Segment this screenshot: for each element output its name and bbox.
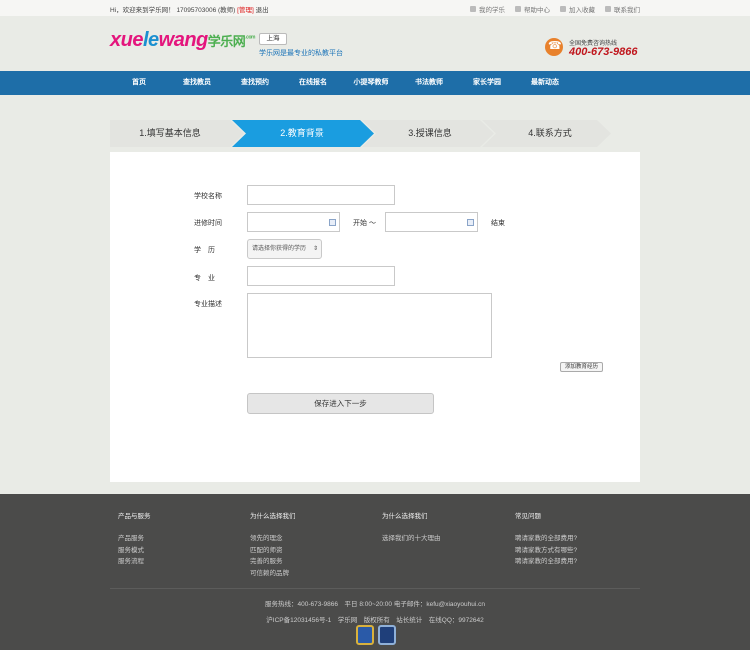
footer-divider xyxy=(110,588,640,589)
greeting: Hi，欢迎来到学乐网！ 17095703006 (教师) xyxy=(110,7,236,14)
footer-col-reasons: 为什么选择我们 选择我们的十大理由 xyxy=(382,510,512,545)
security-badge-icon[interactable] xyxy=(378,625,396,645)
start-date-input[interactable] xyxy=(247,212,340,232)
footer-link[interactable]: 聘请家教方式有哪些? xyxy=(515,545,645,557)
start-label: 开始 ～ xyxy=(353,220,376,227)
step-4: 4.联系方式 xyxy=(528,128,572,138)
header: xuelewang学乐网.com 上海 学乐网是最专业的私教平台 全国免费咨询热… xyxy=(0,16,750,71)
education-form: 学校名称 进修时间 开始 ～ 结束 学 历 请选择你获得的学历 ⇕ 专 业 专业… xyxy=(110,152,640,482)
footer-link[interactable]: 产品服务 xyxy=(118,533,248,545)
hotline-number: 400-673-9866 xyxy=(569,46,638,58)
slogan: 学乐网是最专业的私教平台 xyxy=(259,50,343,57)
footer-col-products: 产品与服务 产品服务 服务模式 服务流程 xyxy=(118,510,248,568)
step-1: 1.填写基本信息 xyxy=(139,128,201,138)
period-label: 进修时间 xyxy=(194,220,222,227)
degree-label: 学 历 xyxy=(194,247,215,254)
footer-col-faq: 常见问题 聘请家教的全部费用? 聘请家教方式有哪些? 聘请家教的全部费用? xyxy=(515,510,645,568)
footer-link[interactable]: 选择我们的十大理由 xyxy=(382,533,512,545)
select-arrow-icon: ⇕ xyxy=(312,246,318,252)
nav-calligraphy-teacher[interactable]: 书法教师 xyxy=(400,71,458,95)
top-links: 我的学乐 帮助中心 加入收藏 联系我们 xyxy=(470,4,640,14)
footer-link[interactable]: 服务模式 xyxy=(118,545,248,557)
calendar-icon[interactable] xyxy=(329,219,336,226)
contact-us-link[interactable]: 联系我们 xyxy=(605,4,640,14)
save-next-button[interactable]: 保存进入下一步 xyxy=(247,393,434,414)
help-icon xyxy=(515,6,521,12)
nav-find-teacher[interactable]: 查找教员 xyxy=(168,71,226,95)
major-input[interactable] xyxy=(247,266,395,286)
main-nav: 首页 查找教员 查找预约 在线报名 小提琴教师 书法教师 家长学园 最新动态 xyxy=(0,71,750,95)
logout-link[interactable]: 退出 xyxy=(256,7,269,14)
nav-parents-school[interactable]: 家长学园 xyxy=(458,71,516,95)
footer: 产品与服务 产品服务 服务模式 服务流程 为什么选择我们 领先的理念 匹配的师资… xyxy=(0,494,750,650)
footer-link[interactable]: 聘请家教的全部费用? xyxy=(515,556,645,568)
help-center-link[interactable]: 帮助中心 xyxy=(515,4,550,14)
phone-icon xyxy=(605,6,611,12)
nav-find-appointment[interactable]: 查找预约 xyxy=(226,71,284,95)
step-2-active: 2.教育背景 xyxy=(280,128,324,138)
footer-copyright-line: 沪ICP备12031456号-1 学乐网 版权所有 站长统计 在线QQ：9972… xyxy=(266,617,484,624)
footer-link[interactable]: 领先的理念 xyxy=(250,533,380,545)
end-label: 结束 xyxy=(491,220,505,227)
admin-link[interactable]: [管理] xyxy=(237,7,254,14)
nav-latest-news[interactable]: 最新动态 xyxy=(516,71,574,95)
footer-link[interactable]: 完善的服务 xyxy=(250,556,380,568)
nav-violin-teacher[interactable]: 小提琴教师 xyxy=(342,71,400,95)
major-label: 专 业 xyxy=(194,275,215,282)
add-education-button[interactable]: 添加教育经历 xyxy=(560,362,604,372)
footer-link[interactable]: 服务流程 xyxy=(118,556,248,568)
star-icon xyxy=(560,6,566,12)
degree-select[interactable]: 请选择你获得的学历 ⇕ xyxy=(247,239,322,259)
description-label: 专业描述 xyxy=(194,301,222,308)
site-logo[interactable]: xuelewang学乐网.com xyxy=(110,29,255,52)
footer-contact-line: 服务热线：400-673-9866 平日 8:00~20:00 电子邮件：kef… xyxy=(265,601,485,608)
add-favorite-link[interactable]: 加入收藏 xyxy=(560,4,595,14)
user-icon xyxy=(470,6,476,12)
greeting-text: Hi，欢迎来到学乐网！ 17095703006 (教师) [管理] 退出 xyxy=(110,4,269,14)
description-textarea[interactable] xyxy=(247,293,492,358)
my-xuele-link[interactable]: 我的学乐 xyxy=(470,4,505,14)
phone-icon xyxy=(545,38,563,56)
footer-col-why-us: 为什么选择我们 领先的理念 匹配的师资 完善的服务 可信赖的品牌 xyxy=(250,510,380,579)
end-date-input[interactable] xyxy=(385,212,478,232)
step-3: 3.授课信息 xyxy=(408,128,452,138)
city-selector[interactable]: 上海 xyxy=(259,33,287,45)
school-input[interactable] xyxy=(247,185,395,205)
nav-home[interactable]: 首页 xyxy=(110,71,168,95)
footer-link[interactable]: 聘请家教的全部费用? xyxy=(515,533,645,545)
nav-online-signup[interactable]: 在线报名 xyxy=(284,71,342,95)
calendar-icon[interactable] xyxy=(467,219,474,226)
police-badge-icon[interactable] xyxy=(356,625,374,645)
footer-badges xyxy=(356,625,396,645)
footer-link[interactable]: 匹配的师资 xyxy=(250,545,380,557)
school-label: 学校名称 xyxy=(194,193,222,200)
footer-link[interactable]: 可信赖的品牌 xyxy=(250,568,380,580)
top-bar: Hi，欢迎来到学乐网！ 17095703006 (教师) [管理] 退出 我的学… xyxy=(0,0,750,16)
step-progress: 1.填写基本信息 2.教育背景 3.授课信息 4.联系方式 xyxy=(110,120,640,147)
